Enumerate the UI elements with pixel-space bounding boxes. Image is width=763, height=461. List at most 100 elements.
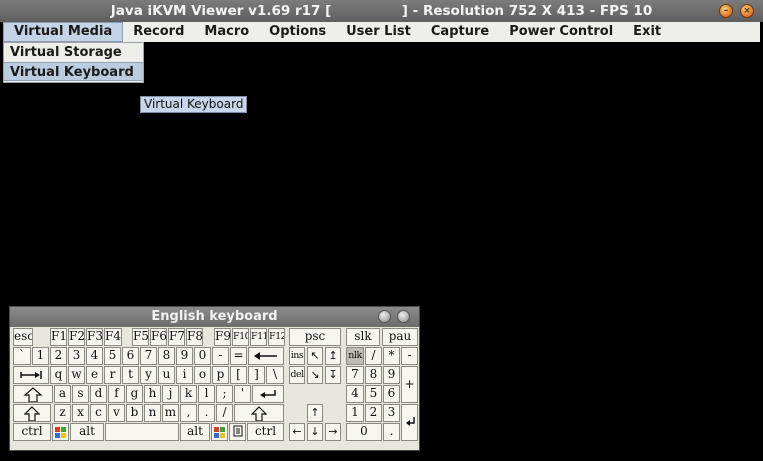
key-equals[interactable]: = <box>230 347 247 365</box>
menu-virtual-media[interactable]: Virtual Media <box>3 22 124 42</box>
key-kplus[interactable]: + <box>401 366 418 403</box>
key-f6[interactable]: F6 <box>150 328 167 346</box>
key-m[interactable]: m <box>162 404 179 422</box>
key-lwin[interactable] <box>52 423 69 441</box>
key-k4[interactable]: 4 <box>346 385 364 403</box>
key-altgr[interactable]: alt <box>180 423 210 441</box>
menu-exit[interactable]: Exit <box>623 22 671 42</box>
key-j[interactable]: j <box>162 385 179 403</box>
key-k9[interactable]: 9 <box>383 366 400 384</box>
key-backslash[interactable]: \ <box>266 366 284 384</box>
key-rbracket[interactable]: ] <box>248 366 265 384</box>
key-k6[interactable]: 6 <box>383 385 400 403</box>
key-d0[interactable]: 0 <box>194 347 211 365</box>
key-rwin[interactable] <box>211 423 228 441</box>
key-i[interactable]: i <box>176 366 193 384</box>
key-rshift[interactable] <box>234 404 284 422</box>
key-e[interactable]: e <box>86 366 103 384</box>
key-w[interactable]: w <box>68 366 85 384</box>
key-f8[interactable]: F8 <box>186 328 203 346</box>
key-semicolon[interactable]: ; <box>216 385 233 403</box>
key-d9[interactable]: 9 <box>176 347 193 365</box>
keyboard-close-icon[interactable] <box>397 310 410 323</box>
key-del[interactable]: del <box>289 366 305 384</box>
key-rctrl[interactable]: ctrl <box>247 423 284 441</box>
menu-capture[interactable]: Capture <box>421 22 499 42</box>
key-home[interactable]: ↖ <box>307 347 323 365</box>
key-pgup[interactable]: ↥ <box>325 347 341 365</box>
key-d1[interactable]: 1 <box>32 347 49 365</box>
minimize-icon[interactable]: – <box>719 4 733 18</box>
key-u[interactable]: u <box>158 366 175 384</box>
key-menu[interactable] <box>229 423 246 441</box>
key-r[interactable]: r <box>104 366 121 384</box>
key-g[interactable]: g <box>126 385 143 403</box>
key-s[interactable]: s <box>72 385 89 403</box>
menu-record[interactable]: Record <box>123 22 194 42</box>
key-f[interactable]: f <box>108 385 125 403</box>
key-ctrl[interactable]: ctrl <box>13 423 51 441</box>
menu-macro[interactable]: Macro <box>194 22 259 42</box>
key-k1[interactable]: 1 <box>346 404 364 422</box>
key-up[interactable]: ↑ <box>307 404 323 422</box>
key-f11[interactable]: F11 <box>250 328 267 346</box>
key-alt[interactable]: alt <box>70 423 104 441</box>
key-ins[interactable]: ins <box>289 347 305 365</box>
key-kenter[interactable] <box>401 404 418 441</box>
key-fslash[interactable]: / <box>216 404 233 422</box>
key-f4[interactable]: F4 <box>104 328 122 346</box>
key-left[interactable]: ← <box>289 423 305 441</box>
key-k[interactable]: k <box>180 385 197 403</box>
key-h[interactable]: h <box>144 385 161 403</box>
key-nlk[interactable]: nlk <box>346 347 364 365</box>
key-quote[interactable]: ' <box>234 385 251 403</box>
key-k7[interactable]: 7 <box>346 366 364 384</box>
key-k5[interactable]: 5 <box>365 385 382 403</box>
key-f5[interactable]: F5 <box>132 328 149 346</box>
key-d4[interactable]: 4 <box>86 347 103 365</box>
key-psc[interactable]: psc <box>289 328 341 346</box>
key-t[interactable]: t <box>122 366 139 384</box>
close-icon[interactable]: × <box>740 4 754 18</box>
key-d5[interactable]: 5 <box>104 347 121 365</box>
key-lshift[interactable] <box>13 404 51 422</box>
key-minus[interactable]: - <box>212 347 229 365</box>
key-star[interactable]: * <box>383 347 400 365</box>
key-slash[interactable]: / <box>365 347 382 365</box>
key-d[interactable]: d <box>90 385 107 403</box>
key-f10[interactable]: F10 <box>232 328 249 346</box>
key-k2[interactable]: 2 <box>365 404 382 422</box>
key-p[interactable]: p <box>212 366 229 384</box>
key-space[interactable] <box>105 423 179 441</box>
key-k0[interactable]: 0 <box>346 423 382 441</box>
menu-user-list[interactable]: User List <box>336 22 421 42</box>
key-n[interactable]: n <box>144 404 161 422</box>
key-f7[interactable]: F7 <box>168 328 185 346</box>
key-f9[interactable]: F9 <box>214 328 231 346</box>
menu-item-virtual-keyboard[interactable]: Virtual Keyboard <box>4 62 143 81</box>
key-z[interactable]: z <box>54 404 71 422</box>
key-q[interactable]: q <box>50 366 67 384</box>
key-backspace[interactable] <box>248 347 284 365</box>
key-y[interactable]: y <box>140 366 157 384</box>
key-a[interactable]: a <box>54 385 71 403</box>
key-backtick[interactable]: ` <box>13 347 31 365</box>
key-kdot[interactable]: . <box>383 423 400 441</box>
key-slk[interactable]: slk <box>346 328 380 346</box>
key-down[interactable]: ↓ <box>307 423 323 441</box>
menu-power-control[interactable]: Power Control <box>499 22 623 42</box>
key-end[interactable]: ↘ <box>307 366 323 384</box>
key-o[interactable]: o <box>194 366 211 384</box>
key-k8[interactable]: 8 <box>365 366 382 384</box>
key-d8[interactable]: 8 <box>158 347 175 365</box>
keyboard-minimize-icon[interactable] <box>378 310 391 323</box>
key-pau[interactable]: pau <box>382 328 418 346</box>
key-comma[interactable]: , <box>180 404 197 422</box>
key-caps[interactable] <box>13 385 53 403</box>
key-x[interactable]: x <box>72 404 89 422</box>
menu-item-virtual-storage[interactable]: Virtual Storage <box>4 43 143 62</box>
key-l[interactable]: l <box>198 385 215 403</box>
key-d7[interactable]: 7 <box>140 347 157 365</box>
key-f12[interactable]: F12 <box>268 328 285 346</box>
key-f3[interactable]: F3 <box>86 328 103 346</box>
